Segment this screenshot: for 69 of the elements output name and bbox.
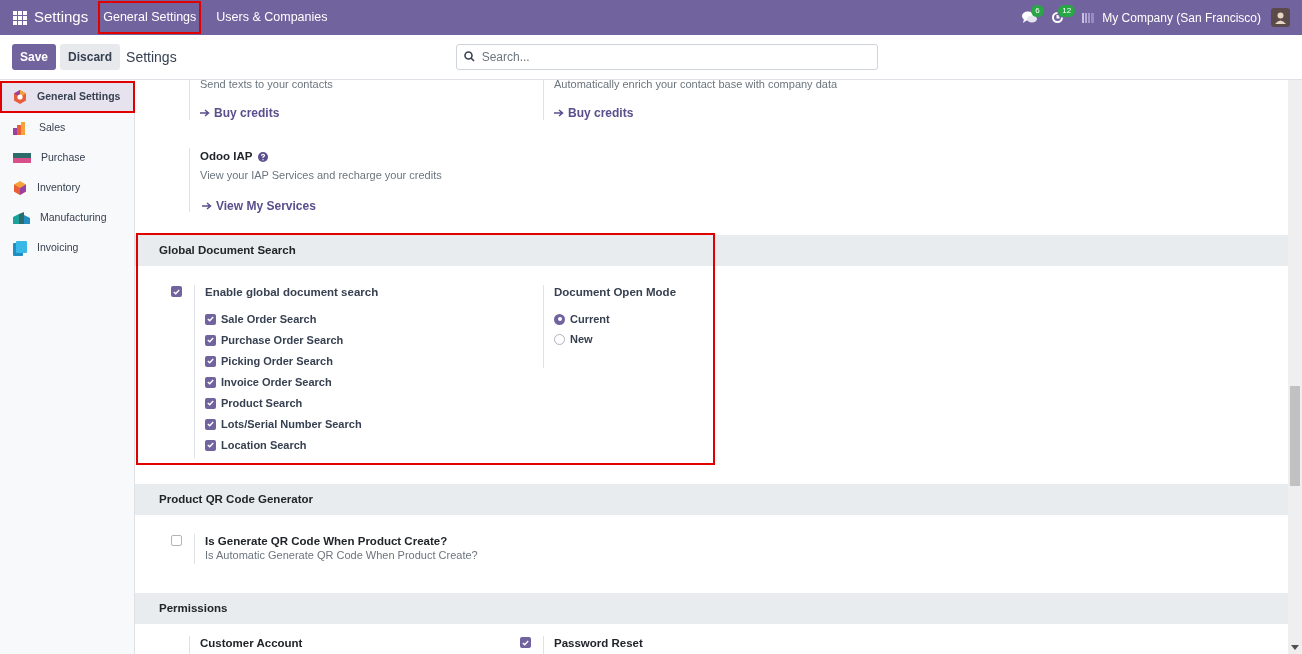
sidebar-item[interactable]: Inventory: [0, 173, 134, 203]
discard-button[interactable]: Discard: [60, 44, 121, 70]
apps-menu-icon[interactable]: [13, 10, 27, 25]
radio-button[interactable]: [554, 313, 565, 325]
checkbox-label[interactable]: Sale Order Search: [221, 310, 317, 328]
setting-title: Odoo IAP: [200, 149, 253, 164]
scrollbar[interactable]: [1288, 80, 1302, 654]
setting-title: Is Generate QR Code When Product Create?: [205, 534, 449, 548]
checkbox[interactable]: [171, 286, 182, 297]
app-icon: [13, 90, 27, 104]
company-switch-icon[interactable]: [1082, 12, 1095, 23]
app-icon: [13, 212, 30, 224]
checkbox-label[interactable]: Product Search: [221, 394, 303, 412]
app-icon: [13, 181, 27, 195]
sidebar-item[interactable]: Sales: [0, 113, 134, 143]
link[interactable]: Buy credits: [200, 104, 333, 122]
checkbox[interactable]: [520, 637, 531, 648]
radio-label[interactable]: Current: [570, 310, 610, 328]
arrow-icon: [554, 109, 564, 117]
checkbox-label[interactable]: Lots/Serial Number Search: [221, 415, 362, 433]
app-title[interactable]: Settings: [34, 6, 89, 29]
scrollbar-thumb[interactable]: [1290, 386, 1300, 486]
checkbox[interactable]: [205, 397, 216, 409]
clock-icon[interactable]: [1051, 11, 1065, 24]
app-icon: [13, 153, 31, 163]
arrow-icon: [200, 109, 210, 117]
company-name[interactable]: My Company (San Francisco): [1102, 8, 1261, 27]
save-button[interactable]: Save: [12, 44, 57, 70]
search-field[interactable]: Search...: [455, 44, 878, 70]
sidebar-item[interactable]: Invoicing: [0, 233, 134, 263]
user-avatar[interactable]: [1271, 8, 1290, 27]
menu-item[interactable]: Users & Companies: [211, 1, 333, 34]
sidebar-item[interactable]: Purchase: [0, 143, 134, 173]
setting-title: Enable global document search: [205, 285, 379, 299]
checkbox[interactable]: [171, 535, 182, 546]
checkbox[interactable]: [205, 376, 216, 388]
setting-description: Automatically enrich your contact base with company data: [554, 80, 838, 92]
setting-title: Password Reset: [553, 636, 643, 650]
search-icon: [463, 51, 475, 62]
app-icon: [13, 240, 27, 256]
setting-title: Customer Account: [199, 636, 303, 650]
help-icon[interactable]: [258, 151, 269, 162]
checkbox[interactable]: [205, 334, 216, 346]
setting-description: Send texts to your contacts: [200, 80, 333, 92]
checkbox-label[interactable]: Invoice Order Search: [221, 373, 332, 391]
setting-description: View your IAP Services and recharge your credits: [200, 168, 442, 184]
section-header: Global Document Search: [135, 235, 1288, 266]
checkbox-label[interactable]: Purchase Order Search: [221, 331, 344, 349]
checkbox[interactable]: [205, 418, 216, 430]
checkbox-label[interactable]: Picking Order Search: [221, 352, 333, 370]
scroll-down-arrow-icon[interactable]: [1291, 645, 1299, 650]
link[interactable]: Buy credits: [554, 104, 838, 122]
arrow-icon: [202, 201, 212, 210]
notification-badge: 6: [1031, 5, 1044, 17]
checkbox[interactable]: [205, 313, 216, 325]
checkbox-label[interactable]: Location Search: [221, 436, 307, 454]
sidebar-item[interactable]: Manufacturing: [0, 203, 134, 233]
setting-description: Is Automatic Generate QR Code When Product Create?: [205, 548, 478, 563]
section-header: Product QR Code Generator: [135, 484, 1288, 515]
setting-title: Document Open Mode: [554, 285, 677, 299]
menu-item[interactable]: General Settings: [98, 1, 202, 34]
breadcrumb: Settings: [126, 47, 177, 67]
checkbox[interactable]: [205, 439, 216, 451]
section-header: Permissions: [135, 593, 1288, 624]
sidebar-item[interactable]: General Settings: [0, 81, 135, 113]
radio-label[interactable]: New: [570, 330, 593, 348]
checkbox[interactable]: [205, 355, 216, 367]
notification-badge: 12: [1058, 5, 1076, 17]
link[interactable]: View My Services: [202, 196, 442, 215]
